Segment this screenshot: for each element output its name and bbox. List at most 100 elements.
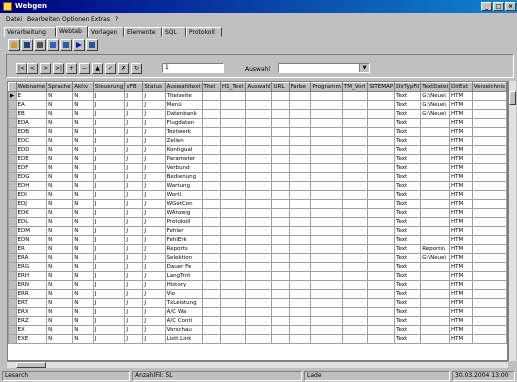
grid-cell[interactable]: ERN xyxy=(15,280,48,290)
grid-cell[interactable]: Datenbank xyxy=(164,109,203,119)
table-row[interactable]: ERG N N J J J Dauer Fe Text HTM xyxy=(8,262,507,272)
grid-cell[interactable]: Text xyxy=(394,127,422,137)
grid-cell[interactable]: J xyxy=(124,136,144,146)
grid-cell[interactable] xyxy=(219,154,247,164)
grid-cell[interactable]: J xyxy=(142,127,166,137)
grid-cell[interactable] xyxy=(245,172,273,182)
grid-cell[interactable] xyxy=(219,109,247,119)
grid-cell[interactable] xyxy=(271,172,290,182)
grid-cell[interactable] xyxy=(245,163,273,173)
grid-cell[interactable] xyxy=(219,271,247,281)
grid-cell[interactable]: J xyxy=(142,136,166,146)
grid-cell[interactable]: J xyxy=(142,289,166,299)
grid-cell[interactable]: J xyxy=(124,91,144,101)
grid-cell[interactable]: N xyxy=(46,226,74,236)
grid-cell[interactable]: Text xyxy=(394,262,422,272)
grid-cell[interactable] xyxy=(201,199,221,209)
grid-cell[interactable]: N xyxy=(72,226,94,236)
grid-cell[interactable] xyxy=(341,136,369,146)
cancel-record-button[interactable]: ✗ xyxy=(118,63,129,74)
grid-cell[interactable]: N xyxy=(72,217,94,227)
grid-cell[interactable] xyxy=(271,253,290,263)
grid-cell[interactable] xyxy=(420,334,450,344)
grid-cell[interactable] xyxy=(367,226,396,236)
grid-cell[interactable]: Titelseite xyxy=(164,91,203,101)
table-row[interactable]: ER N N J J J Reports Text Reports\ HTM xyxy=(8,244,507,254)
grid-cell[interactable]: N xyxy=(72,208,94,218)
grid-cell[interactable] xyxy=(310,199,343,209)
grid-cell[interactable]: J xyxy=(92,217,126,227)
grid-cell[interactable]: J xyxy=(142,307,166,317)
grid-cell[interactable]: Text xyxy=(394,334,422,344)
table-row[interactable]: EDE N N J J J Parameter Text HTM xyxy=(8,154,507,164)
grid-cell[interactable] xyxy=(271,100,290,110)
grid-cell[interactable]: Text xyxy=(394,226,422,236)
menu-optionen[interactable]: Optionen xyxy=(62,16,90,23)
grid-cell[interactable]: J xyxy=(92,118,126,128)
grid-cell[interactable] xyxy=(310,181,343,191)
grid-cell[interactable] xyxy=(420,307,450,317)
grid-cell[interactable] xyxy=(288,262,312,272)
table-row[interactable]: EDL N N J J J Protokoll Text HTM xyxy=(8,217,507,227)
grid-cell[interactable]: Bedienung xyxy=(164,172,203,182)
table-row[interactable]: EDD N N J J J Kontigual Text HTM xyxy=(8,145,507,155)
grid-cell[interactable]: N xyxy=(46,271,74,281)
next-record-button[interactable]: > xyxy=(40,63,51,74)
grid-cell[interactable] xyxy=(245,316,273,326)
table-row[interactable]: EDB N N J J J Textwerk Text HTM xyxy=(8,127,507,137)
grid-cell[interactable] xyxy=(271,190,290,200)
grid-cell[interactable]: J xyxy=(142,208,166,218)
grid-cell[interactable] xyxy=(201,226,221,236)
grid-cell[interactable] xyxy=(367,325,396,335)
grid-cell[interactable] xyxy=(271,208,290,218)
grid-cell[interactable] xyxy=(201,307,221,317)
grid-cell[interactable] xyxy=(341,226,369,236)
grid-cell[interactable] xyxy=(219,190,247,200)
grid-cell[interactable]: EDK xyxy=(15,208,48,218)
grid-cell[interactable]: Wartung xyxy=(164,181,203,191)
grid-cell[interactable]: HTM xyxy=(449,100,473,110)
grid-cell[interactable] xyxy=(288,172,312,182)
grid-cell[interactable]: N xyxy=(72,181,94,191)
grid-cell[interactable] xyxy=(271,289,290,299)
grid-cell[interactable]: J xyxy=(124,334,144,344)
grid-cell[interactable]: J xyxy=(92,298,126,308)
grid-cell[interactable] xyxy=(341,91,369,101)
grid-cell[interactable]: J xyxy=(92,325,126,335)
grid-cell[interactable] xyxy=(367,271,396,281)
grid-cell[interactable]: Wortl. xyxy=(164,190,203,200)
grid-cell[interactable]: HTM xyxy=(449,199,473,209)
grid-cell[interactable]: Text xyxy=(394,208,422,218)
grid-cell[interactable]: Reports\ xyxy=(420,244,450,254)
tab-protokoll[interactable]: Protokoll xyxy=(186,27,222,37)
grid-cell[interactable] xyxy=(219,316,247,326)
scroll-thumb[interactable] xyxy=(16,362,46,368)
grid-cell[interactable]: EA xyxy=(15,100,48,110)
grid-cell[interactable] xyxy=(245,91,273,101)
grid-cell[interactable]: N xyxy=(46,307,74,317)
grid-cell[interactable] xyxy=(420,226,450,236)
post-record-button[interactable]: ✓ xyxy=(105,63,116,74)
grid-cell[interactable]: EDC xyxy=(15,136,48,146)
grid-cell[interactable] xyxy=(219,253,247,263)
column-header[interactable]: Auswahltext xyxy=(164,82,203,92)
grid-cell[interactable] xyxy=(271,325,290,335)
grid-cell[interactable] xyxy=(201,190,221,200)
grid-cell[interactable]: N xyxy=(46,235,74,245)
grid-cell[interactable]: Textwerk xyxy=(164,127,203,137)
grid-cell[interactable]: J xyxy=(92,280,126,290)
grid-cell[interactable] xyxy=(341,199,369,209)
grid-cell[interactable]: A/C Wa xyxy=(164,307,203,317)
grid-cell[interactable]: Text xyxy=(394,307,422,317)
last-record-button[interactable]: >| xyxy=(53,63,64,74)
grid-cell[interactable]: Vorschau xyxy=(164,325,203,335)
grid-cell[interactable] xyxy=(341,154,369,164)
grid-cell[interactable] xyxy=(341,127,369,137)
grid-cell[interactable]: J xyxy=(92,199,126,209)
grid-cell[interactable]: EDB xyxy=(15,127,48,137)
grid-cell[interactable] xyxy=(310,163,343,173)
grid-cell[interactable] xyxy=(471,226,507,236)
grid-cell[interactable] xyxy=(310,145,343,155)
grid-cell[interactable]: N xyxy=(46,334,74,344)
grid-cell[interactable]: HTM xyxy=(449,244,473,254)
